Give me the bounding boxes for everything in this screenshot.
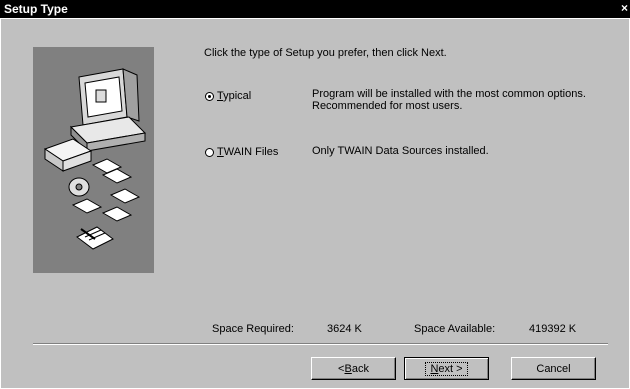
space-required-value: 3624 K bbox=[327, 323, 362, 335]
radio-unselected-icon[interactable] bbox=[205, 147, 214, 157]
computer-icon bbox=[69, 68, 147, 153]
space-required-label: Space Required: bbox=[212, 323, 294, 335]
window-title: Setup Type bbox=[4, 2, 68, 16]
radio-selected-icon[interactable] bbox=[205, 91, 214, 101]
space-available-value: 419392 K bbox=[529, 323, 577, 335]
next-button[interactable]: Next > bbox=[404, 357, 489, 380]
separator bbox=[33, 343, 608, 345]
twain-description: Only TWAIN Data Sources installed. bbox=[312, 145, 489, 157]
radio-twain-files[interactable]: TWAIN Files bbox=[205, 146, 278, 158]
document-icon bbox=[76, 226, 114, 250]
back-button[interactable]: < Back bbox=[311, 357, 396, 380]
radio-typical-label: Typical bbox=[217, 90, 252, 102]
radio-typical[interactable]: Typical bbox=[205, 90, 251, 102]
title-bar: Setup Type × bbox=[0, 0, 630, 18]
instruction-text: Click the type of Setup you prefer, then… bbox=[204, 47, 447, 59]
cd-icon bbox=[68, 177, 90, 197]
radio-twain-label: TWAIN Files bbox=[217, 146, 279, 158]
typical-description: Program will be installed with the most … bbox=[312, 88, 586, 112]
setup-illustration bbox=[33, 47, 154, 273]
cancel-button[interactable]: Cancel bbox=[511, 357, 596, 380]
close-icon[interactable]: × bbox=[621, 1, 628, 15]
space-available-label: Space Available: bbox=[414, 323, 496, 335]
